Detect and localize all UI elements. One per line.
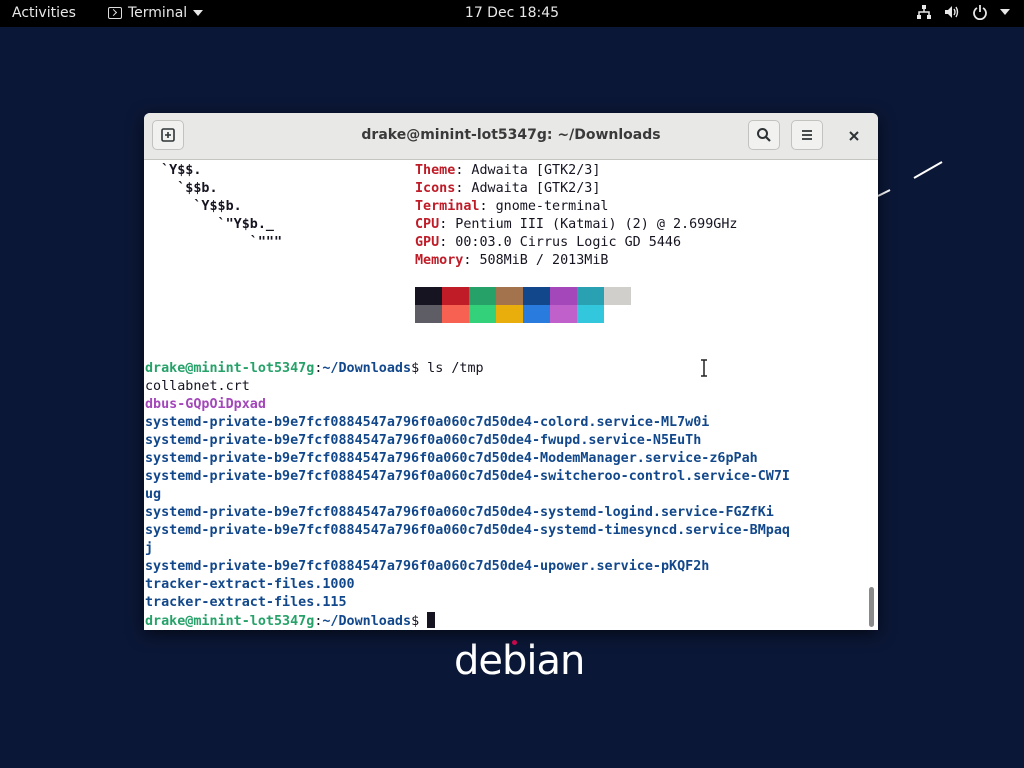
sysinfo-value: : Adwaita [GTK2/3] <box>455 181 601 196</box>
ls-entry: systemd-private-b9e7fcf0884547a796f0a060… <box>145 559 710 574</box>
desktop-swirl-decoration <box>878 161 943 197</box>
debian-logo-dot <box>512 640 517 645</box>
ls-entry: systemd-private-b9e7fcf0884547a796f0a060… <box>145 469 790 484</box>
sysinfo-value: : Adwaita [GTK2/3] <box>455 163 601 178</box>
sysinfo-key: Terminal <box>415 199 480 214</box>
hamburger-menu-icon <box>802 130 812 140</box>
color-swatch <box>550 305 577 323</box>
ls-entry: systemd-private-b9e7fcf0884547a796f0a060… <box>145 523 790 538</box>
clock[interactable]: 17 Dec 18:45 <box>0 5 1024 21</box>
ls-entry: systemd-private-b9e7fcf0884547a796f0a060… <box>145 433 702 448</box>
ascii-art-line: `""" <box>145 235 283 250</box>
network-icon <box>917 5 931 19</box>
prompt-line: drake@minint-lot5347g:~/Downloads$ <box>145 612 436 630</box>
ascii-art-line: `Y$$b. <box>145 199 242 214</box>
color-swatch <box>496 287 523 305</box>
color-swatch <box>523 305 550 323</box>
prompt-line: drake@minint-lot5347g:~/Downloads$ ls /t… <box>145 361 484 376</box>
sysinfo-theme: Theme: Adwaita [GTK2/3] <box>415 162 600 180</box>
ls-entry: ug <box>145 487 162 502</box>
system-menu[interactable] <box>916 4 1010 20</box>
sysinfo-value: : gnome-terminal <box>479 199 609 214</box>
prompt-user-host: drake@minint-lot5347g <box>145 614 315 629</box>
ls-entry: systemd-private-b9e7fcf0884547a796f0a060… <box>145 415 710 430</box>
sysinfo-gpu: GPU: 00:03.0 Cirrus Logic GD 5446 <box>415 234 681 252</box>
color-swatch <box>442 287 469 305</box>
color-swatch <box>442 305 469 323</box>
top-bar: Activities Terminal 17 Dec 18:45 <box>0 0 1024 27</box>
color-swatch <box>469 287 496 305</box>
sysinfo-icons: Icons: Adwaita [GTK2/3] <box>415 180 600 198</box>
prompt-path: ~/Downloads <box>322 614 412 629</box>
color-swatch <box>577 305 604 323</box>
color-swatch <box>550 287 577 305</box>
ls-entry: tracker-extract-files.115 <box>145 595 347 610</box>
header-bar[interactable]: drake@minint-lot5347g: ~/Downloads <box>144 113 878 160</box>
sysinfo-key: Memory <box>415 253 464 268</box>
ls-entry: systemd-private-b9e7fcf0884547a796f0a060… <box>145 505 774 520</box>
color-swatch <box>523 287 550 305</box>
close-button[interactable] <box>844 126 864 146</box>
ls-entry: collabnet.crt <box>145 379 250 394</box>
color-swatch <box>577 287 604 305</box>
prompt-symbol: $ <box>411 361 420 376</box>
color-swatch <box>604 305 631 323</box>
text-cursor <box>427 612 436 628</box>
sysinfo-terminal: Terminal: gnome-terminal <box>415 198 609 216</box>
sysinfo-cpu: CPU: Pentium III (Katmai) (2) @ 2.699GHz <box>415 216 737 234</box>
color-swatch <box>496 305 523 323</box>
sysinfo-key: GPU <box>415 235 440 250</box>
sysinfo-value: : 00:03.0 Cirrus Logic GD 5446 <box>439 235 682 250</box>
prompt-path: ~/Downloads <box>322 361 412 376</box>
prompt-symbol: $ <box>411 614 420 629</box>
scrollbar-thumb[interactable] <box>869 587 874 627</box>
sysinfo-key: Theme <box>415 163 456 178</box>
volume-icon <box>945 6 959 18</box>
debian-logo: debian <box>454 638 585 684</box>
sysinfo-key: CPU <box>415 217 440 232</box>
mouse-ibeam-cursor-icon <box>701 359 707 377</box>
ascii-art-line: `"Y$b._ <box>145 217 274 232</box>
search-icon <box>757 128 771 142</box>
color-swatch <box>415 305 442 323</box>
ls-entry: systemd-private-b9e7fcf0884547a796f0a060… <box>145 451 758 466</box>
sysinfo-key: Icons <box>415 181 456 196</box>
prompt-user-host: drake@minint-lot5347g <box>145 361 315 376</box>
ls-entry: tracker-extract-files.1000 <box>145 577 355 592</box>
ls-entry: j <box>145 541 154 556</box>
command-text: ls /tmp <box>419 361 484 376</box>
power-icon <box>973 5 987 20</box>
sysinfo-value: : 508MiB / 2013MiB <box>463 253 609 268</box>
color-swatch <box>469 305 496 323</box>
scrollbar[interactable] <box>866 160 878 630</box>
ascii-art-line: `$$b. <box>145 181 218 196</box>
ls-entry: dbus-GQpOiDpxad <box>145 397 266 412</box>
color-swatch <box>415 287 442 305</box>
search-button[interactable] <box>748 120 780 150</box>
sysinfo-memory: Memory: 508MiB / 2013MiB <box>415 252 609 270</box>
terminal-window: drake@minint-lot5347g: ~/Downloads `Y$$.… <box>144 113 878 630</box>
close-icon <box>849 131 859 141</box>
menu-button[interactable] <box>791 120 823 150</box>
chevron-down-icon <box>1000 9 1010 15</box>
ascii-art-line: `Y$$. <box>145 163 202 178</box>
terminal-content[interactable]: `Y$$. `$$b. `Y$$b. `"Y$b._ `""" Theme: A… <box>144 160 866 630</box>
color-swatch <box>604 287 631 305</box>
sysinfo-value: : Pentium III (Katmai) (2) @ 2.699GHz <box>439 217 738 232</box>
